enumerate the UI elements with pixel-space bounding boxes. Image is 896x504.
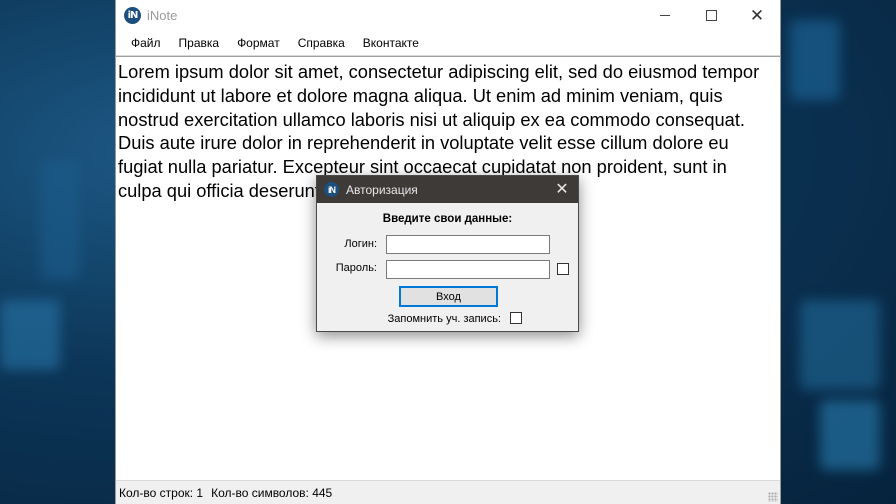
auth-dialog: iN Авторизация ✕ Введите свои данные: Ло… xyxy=(316,175,579,332)
desktop-blur xyxy=(790,20,840,100)
char-count: Кол-во символов: 445 xyxy=(211,485,333,500)
inote-logo-icon: iN xyxy=(124,7,141,24)
status-bar: Кол-во строк: 1 Кол-во символов: 445 xyxy=(116,480,780,504)
line-count: Кол-во строк: 1 xyxy=(119,485,204,500)
menu-bar: Файл Правка Формат Справка Вконтакте xyxy=(116,31,780,56)
menu-help[interactable]: Справка xyxy=(290,36,353,50)
show-password-checkbox[interactable] xyxy=(557,263,569,275)
resize-grip-icon[interactable] xyxy=(768,492,778,502)
dialog-titlebar[interactable]: iN Авторизация ✕ xyxy=(317,176,578,203)
login-label: Логин: xyxy=(344,238,377,250)
minimize-button[interactable] xyxy=(642,0,688,31)
desktop-blur xyxy=(820,400,880,470)
desktop-blur xyxy=(0,300,60,370)
minimize-icon xyxy=(660,15,670,16)
login-button[interactable]: Вход xyxy=(399,286,498,307)
menu-edit[interactable]: Правка xyxy=(171,36,228,50)
desktop-blur xyxy=(800,300,880,390)
menu-format[interactable]: Формат xyxy=(229,36,288,50)
password-input[interactable] xyxy=(386,260,550,279)
close-button[interactable]: ✕ xyxy=(734,0,780,31)
desktop-blur xyxy=(40,160,80,280)
dialog-close-button[interactable]: ✕ xyxy=(552,179,572,199)
close-icon: ✕ xyxy=(555,181,569,198)
menu-file[interactable]: Файл xyxy=(123,36,169,50)
login-input[interactable] xyxy=(386,235,550,254)
maximize-button[interactable] xyxy=(688,0,734,31)
dialog-heading: Введите свои данные: xyxy=(382,213,513,225)
menu-vkontakte[interactable]: Вконтакте xyxy=(355,36,427,50)
remember-checkbox[interactable] xyxy=(510,312,522,324)
remember-label: Запомнить уч. запись: xyxy=(387,313,501,325)
close-icon: ✕ xyxy=(749,5,765,25)
maximize-icon xyxy=(705,10,717,21)
window-titlebar[interactable]: iN iNote ✕ xyxy=(116,0,780,31)
inote-logo-icon: iN xyxy=(324,182,339,197)
password-label: Пароль: xyxy=(335,262,377,274)
window-title: iNote xyxy=(147,8,178,23)
dialog-title: Авторизация xyxy=(346,182,418,197)
